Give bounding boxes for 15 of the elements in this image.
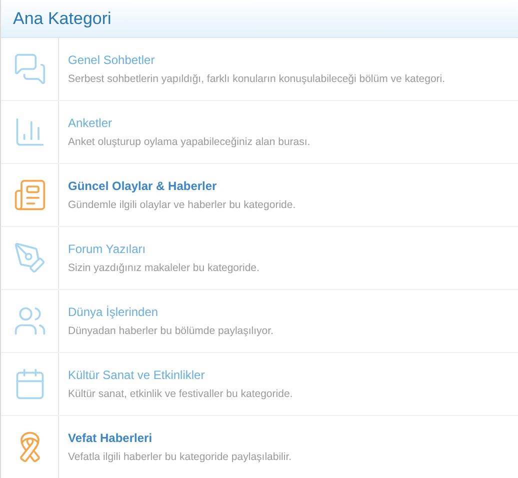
category-description: Serbest sohbetlerin yapıldığı, farklı konuların konuşulabileceği bölüm ve kategori. [68,72,446,87]
category-link[interactable]: Dünya İşlerinden [68,302,274,321]
category-description: Vefatla ilgili haberler bu kategoride paylaşılabilir. [68,450,292,465]
category-description: Dünyadan haberler bu bölümde paylaşılıyor. [68,324,274,339]
category-link[interactable]: Vefat Haberleri [68,428,292,447]
category-link[interactable]: Kültür Sanat ve Etkinlikler [68,366,293,384]
category-description: Anket oluşturup oylama yapabileceğiniz alan burası. [68,134,310,150]
category-description: Kültür sanat, etkinlik ve festivaller bu kategoride. [68,386,293,402]
category-link[interactable]: Anketler [68,114,310,132]
category-description: Sizin yazdığınız makaleler bu kategoride. [68,260,260,276]
category-description: Gündemle ilgili olaylar ve haberler bu kategoride. [68,198,296,213]
header-title: Ana Kategori [13,8,112,30]
category-link[interactable]: Forum Yazıları [68,240,260,258]
category-link[interactable]: Güncel Olaylar & Haberler [68,176,296,195]
category-link[interactable]: Genel Sohbetler [68,50,446,69]
